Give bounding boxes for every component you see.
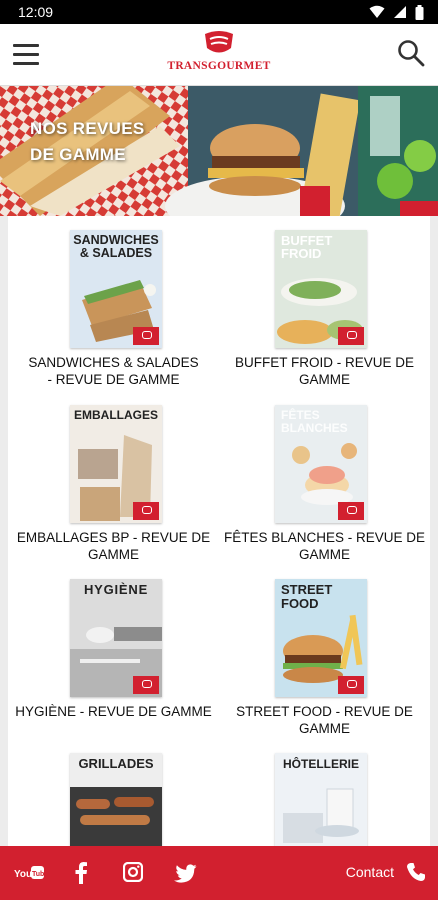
status-bar: 12:09 <box>0 0 438 24</box>
catalog-cover: SANDWICHES & SALADES <box>70 230 162 348</box>
brand-badge-icon <box>338 327 364 345</box>
catalog-list[interactable]: SANDWICHES & SALADES SANDWICHES & SALADE… <box>0 216 438 846</box>
instagram-icon[interactable] <box>123 862 143 882</box>
catalog-card-fetes[interactable]: FÊTES BLANCHES FÊTES BLANCHES - REVUE DE… <box>219 403 430 563</box>
search-icon[interactable] <box>396 38 426 68</box>
brand-badge-icon <box>338 676 364 694</box>
catalog-card-hygiene[interactable]: HYGIÈNE HYGIÈNE - REVUE DE GAMME <box>8 577 219 737</box>
catalog-cover: STREET FOOD <box>275 579 367 697</box>
catalog-label: BUFFET FROID - REVUE DE GAMME <box>234 355 414 387</box>
catalog-cover-title: HÔTELLERIE <box>282 757 359 771</box>
catalog-label: EMBALLAGES BP - REVUE DE GAMME <box>16 530 211 562</box>
catalog-cover: GRILLADES <box>70 753 162 846</box>
footer-bar: You Tube Contact <box>0 846 438 900</box>
catalog-grid: SANDWICHES & SALADES SANDWICHES & SALADE… <box>8 216 430 846</box>
contact-button[interactable]: Contact <box>346 862 426 882</box>
catalog-cover-title: STREET FOOD <box>281 582 333 611</box>
catalog-cover-title: SANDWICHES & SALADES <box>73 233 159 260</box>
brand-name: TRANSGOURMET <box>167 60 271 72</box>
youtube-icon[interactable]: You Tube <box>14 865 48 886</box>
catalog-card-street-food[interactable]: STREET FOOD STREET FOOD - REVUE DE GAMME <box>219 577 430 737</box>
hero-banner[interactable]: NOS REVUES DE GAMME <box>0 86 438 216</box>
catalog-card-hotellerie[interactable]: HÔTELLERIE <box>219 751 430 846</box>
svg-text:You: You <box>14 869 32 880</box>
catalog-card-buffet[interactable]: BUFFET FROID BUFFET FROID - REVUE DE GAM… <box>219 228 430 388</box>
brand-badge-icon <box>133 502 159 520</box>
brand-badge-icon <box>133 327 159 345</box>
catalog-card-grillades[interactable]: GRILLADES <box>8 751 219 846</box>
catalog-cover-title: FÊTES BLANCHES <box>281 408 348 435</box>
catalog-cover: EMBALLAGES <box>70 405 162 523</box>
catalog-card-emballages[interactable]: EMBALLAGES EMBALLAGES BP - REVUE DE GAMM… <box>8 403 219 563</box>
contact-label: Contact <box>345 864 394 880</box>
brand-badge-icon <box>133 676 159 694</box>
catalog-cover: HYGIÈNE <box>70 579 162 697</box>
catalog-cover: BUFFET FROID <box>275 230 367 348</box>
facebook-icon[interactable] <box>74 862 88 884</box>
banner-title: NOS REVUES DE GAMME <box>30 119 145 164</box>
catalog-cover-title: BUFFET FROID <box>281 233 333 261</box>
signal-icon <box>394 6 406 18</box>
logo-icon <box>205 31 233 53</box>
app-bar: TRANSGOURMET <box>0 24 438 86</box>
catalog-cover-title: GRILLADES <box>78 756 154 771</box>
brand-badge-icon <box>338 502 364 520</box>
catalog-cover: HÔTELLERIE <box>275 753 367 846</box>
catalog-label: HYGIÈNE - REVUE DE GAMME <box>15 704 212 719</box>
wifi-icon <box>369 5 385 18</box>
svg-text:Tube: Tube <box>32 871 44 878</box>
phone-icon <box>407 863 425 881</box>
status-time: 12:09 <box>18 4 54 20</box>
catalog-card-sandwiches[interactable]: SANDWICHES & SALADES SANDWICHES & SALADE… <box>8 228 219 388</box>
battery-icon <box>415 4 424 20</box>
catalog-label: FÊTES BLANCHES - REVUE DE GAMME <box>223 530 426 562</box>
catalog-label: STREET FOOD - REVUE DE GAMME <box>236 704 413 736</box>
menu-button[interactable] <box>10 38 42 70</box>
catalog-cover-title: EMBALLAGES <box>74 408 158 422</box>
catalog-label: SANDWICHES & SALADES - REVUE DE GAMME <box>28 355 199 387</box>
catalog-cover: FÊTES BLANCHES <box>275 405 367 523</box>
catalog-cover-title: HYGIÈNE <box>83 582 149 597</box>
brand-logo[interactable]: TRANSGOURMET <box>160 30 278 80</box>
menu-icon <box>13 43 39 47</box>
twitter-icon[interactable] <box>173 864 197 883</box>
